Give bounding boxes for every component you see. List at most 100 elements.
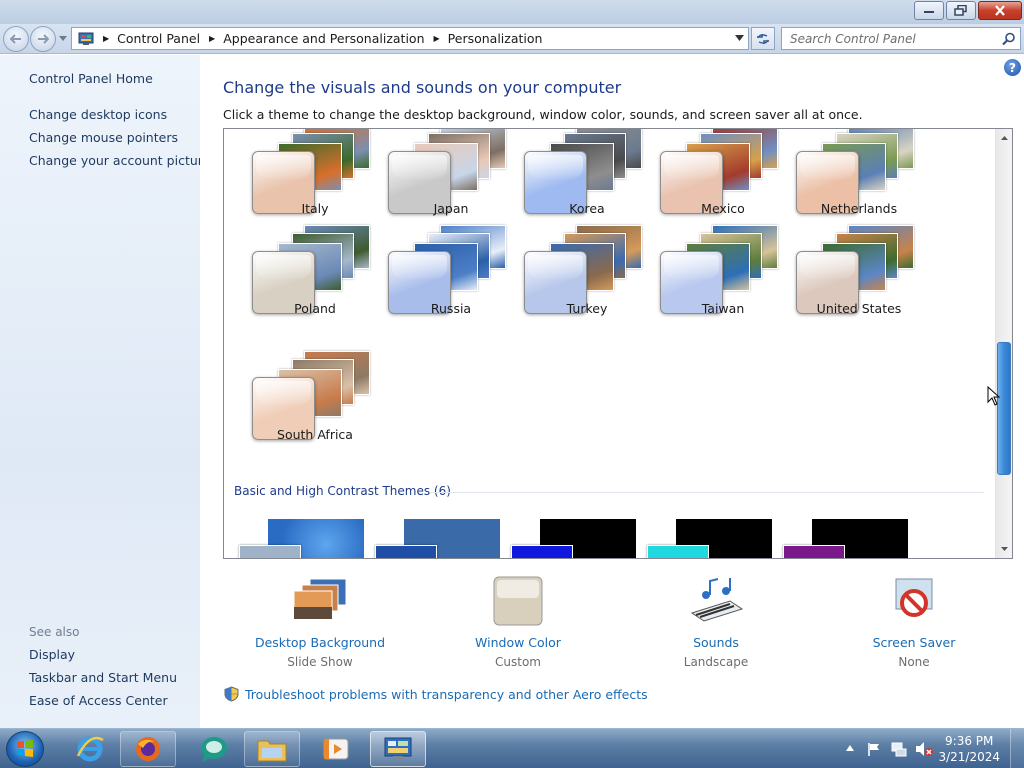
basic-theme-tile[interactable] (783, 519, 908, 558)
troubleshoot-link[interactable]: Troubleshoot problems with transparency … (245, 687, 648, 702)
chevron-up-icon (1000, 136, 1008, 140)
basic-theme-tile[interactable] (647, 519, 772, 558)
mouse-pointer-icon (987, 386, 1001, 406)
taskbar: 9:36 PM 3/21/2024 (0, 728, 1024, 768)
change-mouse-pointers-link[interactable]: Change mouse pointers (29, 130, 178, 145)
minimize-button[interactable] (914, 1, 944, 20)
window-color-tool[interactable]: Window Color Custom (448, 575, 588, 669)
show-hidden-icons-chevron[interactable] (846, 745, 854, 751)
taskbar-internet-explorer[interactable] (62, 731, 118, 767)
taskbar-media-player[interactable] (308, 731, 364, 767)
title-bar (0, 0, 1024, 24)
chat-icon (201, 737, 227, 762)
sounds-tool[interactable]: Sounds Landscape (646, 575, 786, 669)
screen-saver-tool[interactable]: Screen Saver None (844, 575, 984, 669)
theme-tile[interactable]: Poland (238, 225, 370, 345)
theme-name: Turkey (566, 301, 608, 316)
breadcrumb-separator[interactable]: ▶ (209, 34, 215, 43)
theme-name: Korea (569, 201, 605, 216)
section-divider (430, 492, 984, 493)
window-color-value: Custom (495, 655, 541, 669)
restore-button[interactable] (946, 1, 976, 20)
taskbar-firefox[interactable] (120, 731, 176, 767)
basic-theme-tile[interactable] (511, 519, 636, 558)
breadcrumb-separator[interactable]: ▶ (103, 34, 109, 43)
scroll-up-arrow[interactable] (996, 130, 1012, 146)
basic-theme-tile[interactable] (239, 519, 364, 558)
clock[interactable]: 9:36 PM 3/21/2024 (938, 733, 1000, 765)
control-panel-icon (78, 32, 94, 45)
theme-tile[interactable]: United States (782, 225, 914, 345)
taskbar-start-menu-link[interactable]: Taskbar and Start Menu (29, 670, 177, 685)
refresh-button[interactable] (751, 27, 775, 50)
window-color-link[interactable]: Window Color (448, 635, 588, 650)
search-icon[interactable] (1002, 32, 1016, 46)
change-account-picture-link[interactable]: Change your account picture (29, 153, 210, 168)
network-icon[interactable] (890, 741, 908, 757)
main-content: ? Change the visuals and sounds on your … (200, 55, 1024, 728)
search-box[interactable] (781, 27, 1021, 50)
theme-tile[interactable]: Taiwan (646, 225, 778, 345)
sounds-link[interactable]: Sounds (646, 635, 786, 650)
taskbar-chat[interactable] (186, 731, 242, 767)
address-dropdown-icon[interactable] (735, 35, 744, 41)
back-button[interactable] (3, 26, 29, 52)
change-desktop-icons-link[interactable]: Change desktop icons (29, 107, 167, 122)
forward-button[interactable] (30, 26, 56, 52)
breadcrumb-personalization[interactable]: Personalization (448, 31, 543, 46)
forward-arrow-icon (38, 34, 49, 44)
control-panel-home-link[interactable]: Control Panel Home (29, 71, 153, 86)
theme-name: Russia (430, 301, 472, 316)
ease-of-access-link[interactable]: Ease of Access Center (29, 693, 168, 708)
page-title: Change the visuals and sounds on your co… (223, 78, 622, 97)
taskbar-control-panel[interactable] (370, 731, 426, 767)
minimize-icon (924, 10, 934, 13)
breadcrumb-control-panel[interactable]: Control Panel (117, 31, 200, 46)
desktop-background-link[interactable]: Desktop Background (250, 635, 390, 650)
help-icon[interactable]: ? (1004, 59, 1021, 76)
clock-date: 3/21/2024 (938, 750, 1000, 764)
windows-logo-icon (17, 740, 33, 757)
theme-name: Japan (433, 201, 469, 216)
screen-saver-icon (884, 575, 944, 629)
firefox-icon (136, 737, 160, 761)
close-icon (995, 5, 1005, 16)
start-button[interactable] (6, 731, 44, 767)
internet-explorer-icon (76, 736, 104, 762)
taskbar-windows-explorer[interactable] (244, 731, 300, 767)
navigation-bar: ▶ Control Panel ▶ Appearance and Persona… (0, 24, 1024, 54)
theme-list[interactable]: Italy Japan Korea Mexico Netherlands Poland Ru… (223, 128, 1013, 559)
theme-name: Mexico (701, 201, 745, 216)
see-also-heading: See also (29, 625, 80, 639)
scroll-down-arrow[interactable] (996, 541, 1012, 557)
breadcrumb-appearance[interactable]: Appearance and Personalization (223, 31, 424, 46)
search-input[interactable] (782, 31, 992, 46)
scrollbar-thumb[interactable] (997, 342, 1011, 475)
close-button[interactable] (978, 1, 1022, 20)
chevron-down-icon (1000, 547, 1008, 551)
folder-icon (257, 740, 287, 762)
display-link[interactable]: Display (29, 647, 75, 662)
volume-muted-icon[interactable] (914, 741, 934, 757)
basic-theme-color-chip (239, 545, 301, 558)
basic-theme-tile[interactable] (375, 519, 500, 558)
breadcrumb-separator[interactable]: ▶ (434, 34, 440, 43)
action-center-flag-icon[interactable] (866, 741, 882, 757)
sounds-value: Landscape (683, 655, 749, 669)
page-description: Click a theme to change the desktop back… (223, 107, 863, 122)
troubleshoot-row[interactable]: Troubleshoot problems with transparency … (224, 686, 648, 702)
control-panel-taskbar-icon (384, 737, 412, 760)
theme-tile[interactable]: Turkey (510, 225, 642, 345)
desktop-background-value: Slide Show (287, 655, 353, 669)
left-navigation-pane: Control Panel Home Change desktop icons … (0, 55, 210, 728)
theme-name: United States (816, 301, 902, 316)
basic-theme-color-chip (647, 545, 709, 558)
theme-tile[interactable]: Russia (374, 225, 506, 345)
vertical-scrollbar[interactable] (995, 129, 1012, 558)
screen-saver-link[interactable]: Screen Saver (844, 635, 984, 650)
theme-tile[interactable]: South Africa (238, 351, 370, 471)
desktop-background-tool[interactable]: Desktop Background Slide Show (250, 575, 390, 669)
address-bar[interactable]: ▶ Control Panel ▶ Appearance and Persona… (71, 27, 749, 50)
recent-pages-chevron-icon[interactable] (59, 36, 67, 41)
show-desktop-button[interactable] (1010, 729, 1024, 768)
